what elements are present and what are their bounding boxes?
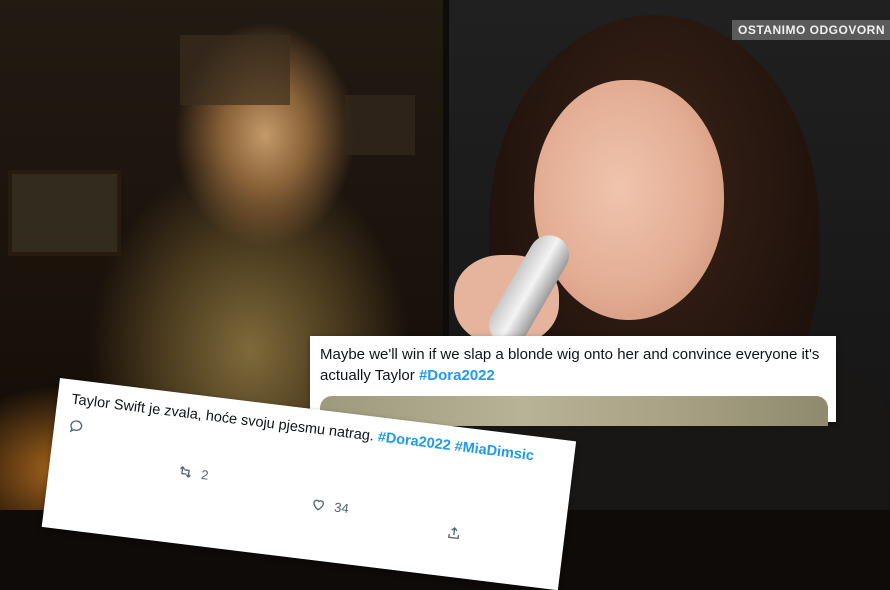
share-icon (448, 526, 460, 540)
retweet-count: 2 (200, 466, 210, 483)
hashtag-link[interactable]: #Dora2022 (377, 429, 452, 454)
wall-frame (8, 170, 121, 256)
tweet-card-right: Maybe we'll win if we slap a blonde wig … (310, 336, 836, 426)
tv-watermark: OSTANIMO ODGOVORN (732, 20, 890, 40)
hashtag-link[interactable]: #Dora2022 (419, 367, 495, 384)
tweet-text: Maybe we'll win if we slap a blonde wig … (320, 344, 830, 386)
like-count: 34 (333, 498, 350, 516)
like-icon (313, 499, 324, 511)
wall-frame (180, 35, 290, 105)
reply-icon (69, 420, 83, 433)
share-button[interactable] (445, 524, 471, 543)
tweet-body: Maybe we'll win if we slap a blonde wig … (320, 346, 820, 384)
face-shape (534, 80, 724, 320)
wall-frame (345, 95, 415, 155)
hashtag-link[interactable]: #MiaDimsic (454, 439, 535, 465)
retweet-button[interactable]: 2 (177, 463, 210, 483)
like-button[interactable]: 34 (310, 496, 350, 517)
reply-button[interactable] (67, 417, 93, 436)
retweet-icon (180, 466, 191, 478)
